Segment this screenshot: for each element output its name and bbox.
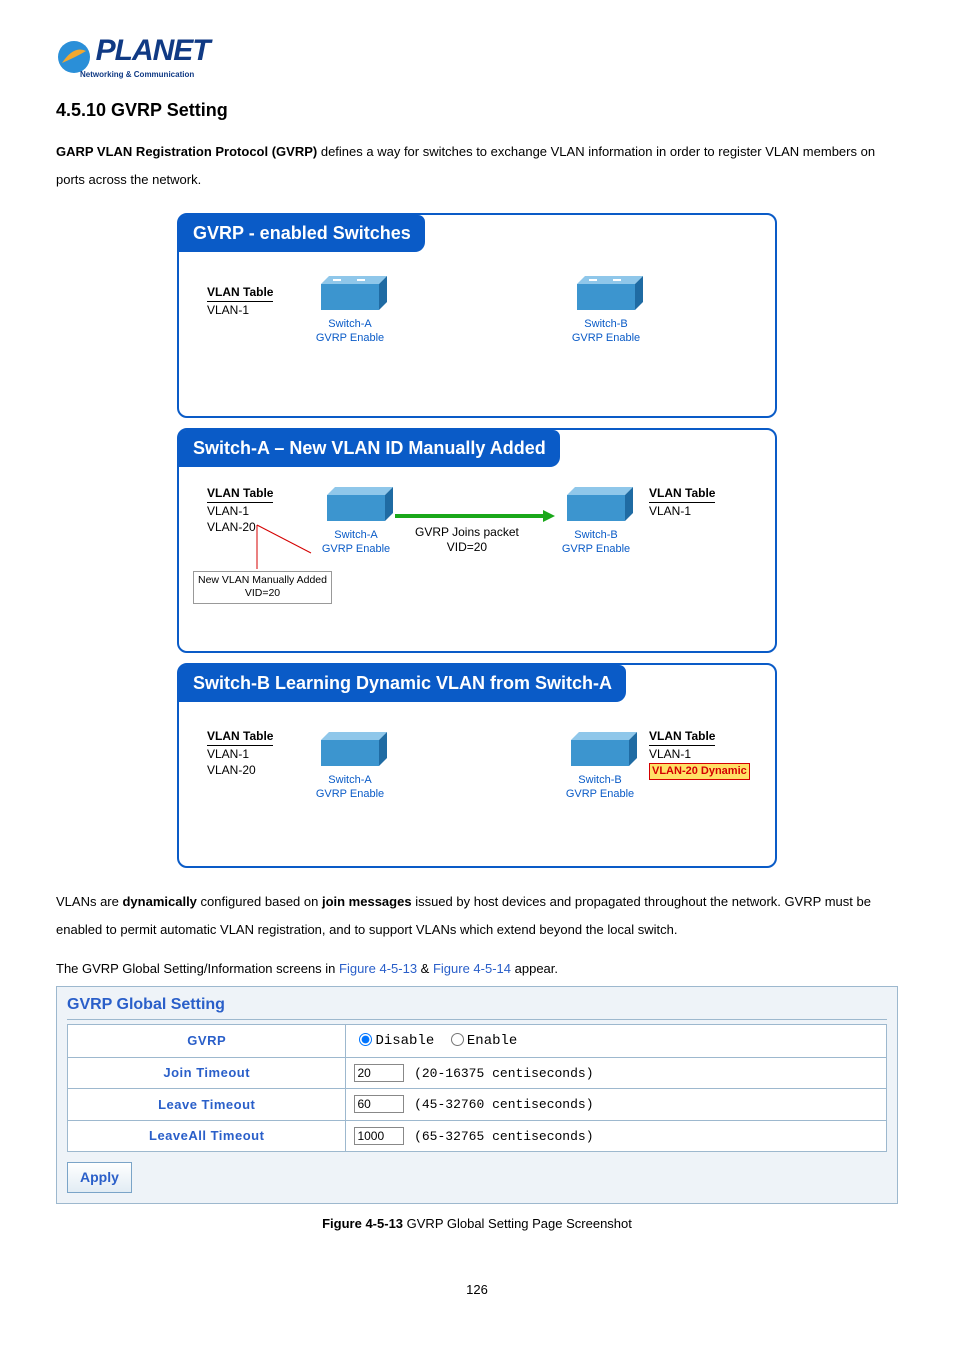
d3-vlan-table-a: VLAN Table VLAN-1 VLAN-20 xyxy=(207,728,273,779)
row-label-join: Join Timeout xyxy=(68,1057,346,1089)
hint-text: (65-32765 centiseconds) xyxy=(414,1129,593,1144)
page-number: 126 xyxy=(56,1280,898,1300)
hint-text: (45-32760 centiseconds) xyxy=(414,1097,593,1112)
figure-caption: Figure 4-5-13 GVRP Global Setting Page S… xyxy=(56,1214,898,1234)
diagram-2-title: Switch-A – New VLAN ID Manually Added xyxy=(179,430,560,467)
d2-vlan-table-b: VLAN Table VLAN-1 xyxy=(649,485,715,519)
row-label-leaveall: LeaveAll Timeout xyxy=(68,1120,346,1152)
d3-switch-a: Switch-A GVRP Enable xyxy=(313,728,387,802)
diagram-stack: GVRP - enabled Switches VLAN Table VLAN-… xyxy=(177,213,777,868)
switch-icon xyxy=(563,728,637,772)
d1-switch-b: Switch-B GVRP Enable xyxy=(569,272,643,346)
brand-logo: PLANET Networking & Communication xyxy=(56,28,898,81)
figure-ref-link[interactable]: Figure 4-5-14 xyxy=(433,961,511,976)
leaveall-timeout-input[interactable] xyxy=(354,1127,404,1145)
settings-table: GVRP Disable Enable Join Timeout (20-163… xyxy=(67,1024,887,1153)
d2-switch-b: Switch-B GVRP Enable xyxy=(559,483,633,557)
leave-timeout-input[interactable] xyxy=(354,1095,404,1113)
row-label-gvrp: GVRP xyxy=(68,1024,346,1057)
table-row: GVRP Disable Enable xyxy=(68,1024,887,1057)
diagram-3: Switch-B Learning Dynamic VLAN from Swit… xyxy=(177,663,777,868)
intro-bold: GARP VLAN Registration Protocol (GVRP) xyxy=(56,144,317,159)
apply-button[interactable]: Apply xyxy=(67,1162,132,1193)
switch-icon xyxy=(319,483,393,527)
switch-icon xyxy=(313,272,387,316)
d3-vlan-table-b: VLAN Table VLAN-1 VLAN-20 Dynamic xyxy=(649,728,750,780)
brand-name: PLANET xyxy=(96,34,210,67)
intro-paragraph: GARP VLAN Registration Protocol (GVRP) d… xyxy=(56,138,898,195)
switch-icon xyxy=(313,728,387,772)
diagram-3-title: Switch-B Learning Dynamic VLAN from Swit… xyxy=(179,665,626,702)
d1-switch-a: Switch-A GVRP Enable xyxy=(313,272,387,346)
figure-ref-link[interactable]: Figure 4-5-13 xyxy=(339,961,417,976)
diagram-1: GVRP - enabled Switches VLAN Table VLAN-… xyxy=(177,213,777,418)
radio-label: Disable xyxy=(375,1033,434,1049)
diagram-2: Switch-A – New VLAN ID Manually Added VL… xyxy=(177,428,777,653)
d2-switch-a: Switch-A GVRP Enable xyxy=(319,483,393,557)
d1-vlan-table: VLAN Table VLAN-1 xyxy=(207,284,273,318)
d2-note-box: New VLAN Manually Added VID=20 xyxy=(193,571,332,604)
gvrp-global-setting-panel: GVRP Global Setting GVRP Disable Enable … xyxy=(56,986,898,1205)
table-row: LeaveAll Timeout (65-32765 centiseconds) xyxy=(68,1120,887,1152)
panel-heading: GVRP Global Setting xyxy=(67,993,887,1020)
d2-mid-label: GVRP Joins packet VID=20 xyxy=(415,525,519,556)
callout-line xyxy=(251,519,321,579)
radio-label: Enable xyxy=(467,1033,517,1049)
section-heading: 4.5.10 GVRP Setting xyxy=(56,97,898,124)
gvrp-enable-radio[interactable] xyxy=(451,1033,464,1046)
arrow-icon xyxy=(395,509,555,523)
diagram-1-title: GVRP - enabled Switches xyxy=(179,215,425,252)
hint-text: (20-16375 centiseconds) xyxy=(414,1066,593,1081)
brand-tagline: Networking & Communication xyxy=(80,69,898,81)
row-label-leave: Leave Timeout xyxy=(68,1089,346,1121)
switch-icon xyxy=(559,483,633,527)
paragraph-3: The GVRP Global Setting/Information scre… xyxy=(56,959,898,980)
paragraph-2: VLANs are dynamically configured based o… xyxy=(56,888,898,945)
switch-icon xyxy=(569,272,643,316)
d3-switch-b: Switch-B GVRP Enable xyxy=(563,728,637,802)
table-row: Leave Timeout (45-32760 centiseconds) xyxy=(68,1089,887,1121)
join-timeout-input[interactable] xyxy=(354,1064,404,1082)
table-row: Join Timeout (20-16375 centiseconds) xyxy=(68,1057,887,1089)
gvrp-disable-radio[interactable] xyxy=(359,1033,372,1046)
